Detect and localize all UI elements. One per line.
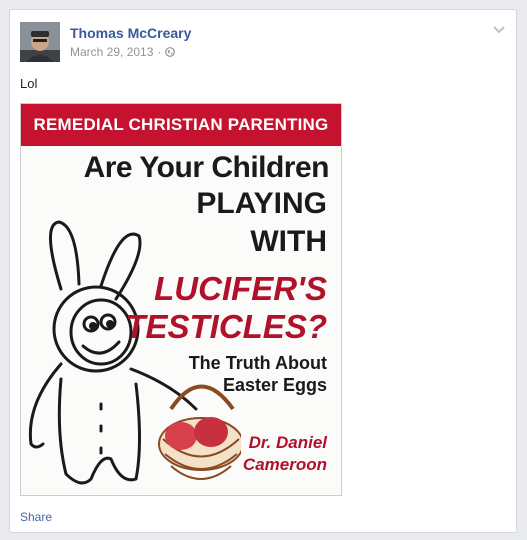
post-date[interactable]: March 29, 2013 bbox=[70, 45, 153, 59]
headline-line-5: TESTICLES? bbox=[125, 308, 327, 345]
subtitle-line-1: The Truth About bbox=[188, 353, 327, 373]
headline-line-2: PLAYING bbox=[196, 187, 327, 220]
post-text: Lol bbox=[20, 76, 38, 91]
post-card: Thomas McCreary March 29, 2013 · Lol REM… bbox=[9, 9, 517, 533]
avatar-photo bbox=[20, 22, 60, 62]
headline-line-1: Are Your Children bbox=[83, 151, 330, 184]
headline-line-3: WITH bbox=[250, 225, 327, 258]
chevron-down-icon[interactable] bbox=[492, 24, 506, 34]
post-photo[interactable]: REMEDIAL CHRISTIAN PARENTING Are Your Ch… bbox=[20, 103, 342, 496]
post-meta: March 29, 2013 · bbox=[70, 45, 176, 59]
globe-icon[interactable] bbox=[165, 47, 176, 57]
book-author-line-1: Dr. Daniel bbox=[248, 433, 327, 452]
image-banner-text: REMEDIAL CHRISTIAN PARENTING bbox=[33, 115, 329, 134]
headline-line-4: LUCIFER'S bbox=[154, 270, 327, 307]
bunny-illustration bbox=[28, 220, 241, 485]
book-author-line-2: Cameroon bbox=[242, 455, 327, 474]
author-name[interactable]: Thomas McCreary bbox=[70, 25, 191, 41]
share-link[interactable]: Share bbox=[20, 510, 52, 524]
image-banner: REMEDIAL CHRISTIAN PARENTING bbox=[21, 104, 341, 146]
meta-separator: · bbox=[157, 45, 162, 59]
subtitle-line-2: Easter Eggs bbox=[222, 375, 327, 395]
avatar[interactable] bbox=[20, 22, 60, 62]
